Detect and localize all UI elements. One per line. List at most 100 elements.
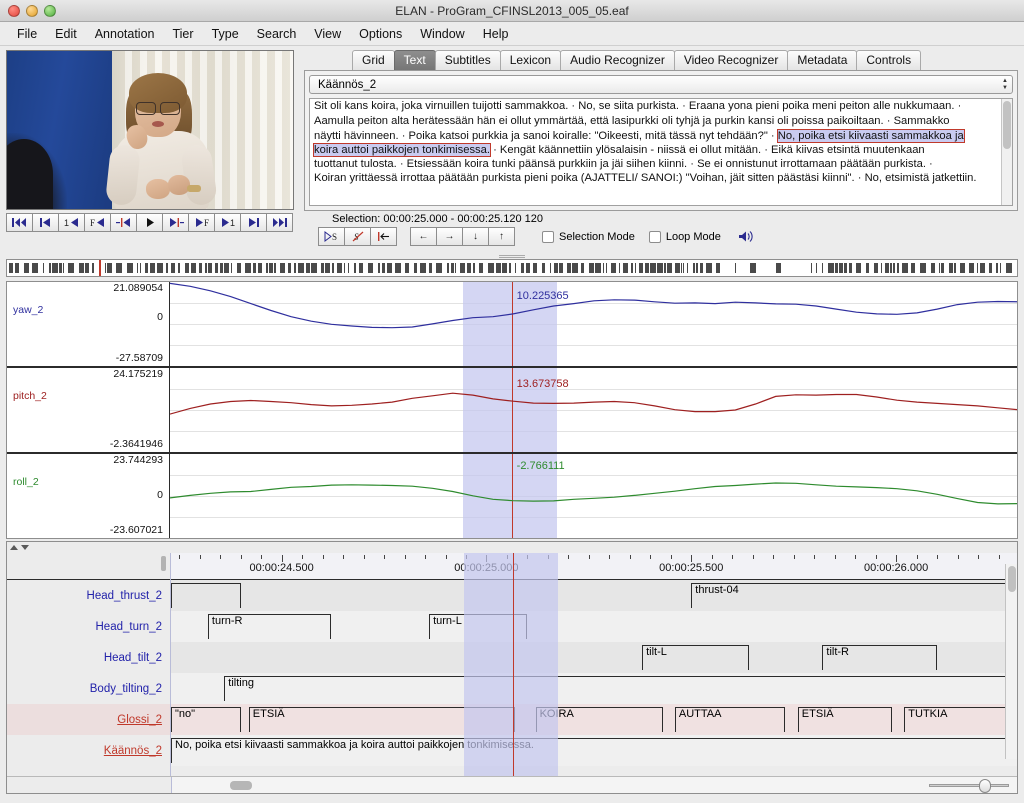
chevron-updown-icon[interactable]: ▲ ▼ — [1002, 78, 1008, 91]
selection-to-center-button[interactable] — [370, 227, 397, 246]
density-tick — [581, 263, 584, 273]
play-pause-button[interactable] — [136, 213, 163, 232]
graph-plot-pitch_2[interactable]: 13.673758 — [169, 368, 1017, 452]
tab-controls[interactable]: Controls — [856, 50, 922, 70]
annotation-block[interactable]: thrust-04 — [691, 583, 1017, 608]
tier-label-Head_turn_2[interactable]: Head_turn_2 — [7, 611, 170, 642]
tier-up-button[interactable]: ↑ — [488, 227, 515, 246]
timeline-vertical-scrollbar[interactable] — [1005, 564, 1017, 759]
axis-max-label-yaw_2: 21.089054 — [113, 282, 163, 294]
timeline-playhead[interactable] — [512, 553, 515, 776]
tab-subtitles[interactable]: Subtitles — [434, 50, 501, 70]
tier-track-Head_tilt_2[interactable]: tilt-L tilt-R — [171, 642, 1017, 673]
density-tick — [920, 263, 926, 273]
annotation-block[interactable]: TUTKIA — [904, 707, 1017, 732]
play-selection-button[interactable]: S — [318, 227, 345, 246]
transcript-line-3-text: näytti hävinneen. · Poika katsoi purkkia… — [314, 129, 778, 142]
tier-label-Head_thrust_2[interactable]: Head_thrust_2 — [7, 580, 170, 611]
density-tick — [237, 263, 241, 273]
previous-frame-button[interactable]: F — [84, 213, 111, 232]
menu-window[interactable]: Window — [411, 25, 473, 43]
selection-mode-toggle[interactable]: Selection Mode — [542, 227, 635, 246]
graph-name-column: yaw_2 — [7, 282, 67, 366]
menu-options[interactable]: Options — [350, 25, 411, 43]
tier-column-resize-handle[interactable] — [161, 556, 166, 571]
next-annotation-button[interactable]: → — [436, 227, 463, 246]
go-to-end-button[interactable] — [266, 213, 293, 232]
annotation-block[interactable]: tilt-R — [822, 645, 938, 670]
video-viewer[interactable] — [6, 50, 294, 210]
timeline-horizontal-scrollbar[interactable] — [171, 777, 1017, 793]
timeline-vertical-scrollbar-thumb[interactable] — [1008, 566, 1016, 592]
axis-max-label-roll_2: 23.744293 — [113, 454, 163, 466]
tier-track-Body_tilting_2[interactable]: tilting — [171, 673, 1017, 704]
tier-label-Head_tilt_2[interactable]: Head_tilt_2 — [7, 642, 170, 673]
selection-mode-checkbox[interactable] — [542, 230, 554, 243]
annotation-block[interactable]: ETSIÄ — [797, 707, 892, 732]
tier-track-Head_turn_2[interactable]: turn-R turn-L — [171, 611, 1017, 642]
viewer-tabs: Grid Text Subtitles Lexicon Audio Recogn… — [304, 50, 1018, 70]
next-scroll-view-button[interactable] — [240, 213, 267, 232]
tier-label-Body_tilting_2[interactable]: Body_tilting_2 — [7, 673, 170, 704]
tier-label-Glossi_2[interactable]: Glossi_2 — [7, 704, 170, 735]
tab-lexicon[interactable]: Lexicon — [499, 50, 562, 70]
density-playhead[interactable] — [99, 260, 101, 276]
annotation-block[interactable]: AUTTAA — [674, 707, 786, 732]
next-second-button[interactable]: 1 — [214, 213, 241, 232]
zoom-slider-knob[interactable] — [979, 779, 991, 793]
annotation-block[interactable]: tilt-L — [642, 645, 749, 670]
transcript-scrollbar-thumb[interactable] — [1003, 101, 1011, 149]
tier-track-Glossi_2[interactable]: "no"ETSIÄKOIRAAUTTAAETSIÄTUTKIA — [171, 704, 1017, 735]
tier-selector-dropdown[interactable]: Käännös_2 ▲ ▼ — [309, 75, 1013, 94]
tier-track-Head_thrust_2[interactable]: thrust-04 — [171, 580, 1017, 611]
ruler-tick — [179, 555, 181, 559]
annotation-label: tilting — [228, 677, 254, 689]
next-frame-button[interactable]: F — [188, 213, 215, 232]
menu-file[interactable]: File — [8, 25, 46, 43]
go-to-begin-button[interactable] — [6, 213, 33, 232]
previous-second-button[interactable]: 1 — [58, 213, 85, 232]
menu-view[interactable]: View — [305, 25, 350, 43]
menu-type[interactable]: Type — [203, 25, 248, 43]
tab-text[interactable]: Text — [393, 50, 436, 70]
clear-selection-button[interactable]: S — [344, 227, 371, 246]
sort-ascending-icon[interactable] — [10, 545, 18, 550]
tier-down-button[interactable]: ↓ — [462, 227, 489, 246]
timeline-track-area[interactable]: 00:00:24.50000:00:25.00000:00:25.50000:0… — [171, 553, 1017, 776]
tab-video-recognizer[interactable]: Video Recognizer — [673, 50, 789, 70]
annotation-block[interactable]: No, poika etsi kiivaasti sammakkoa ja ko… — [171, 738, 1017, 763]
tab-audio-recognizer[interactable]: Audio Recognizer — [560, 50, 675, 70]
sort-descending-icon[interactable] — [21, 545, 29, 550]
transcript-scrollbar[interactable] — [1001, 99, 1012, 205]
menu-help[interactable]: Help — [474, 25, 518, 43]
tab-grid[interactable]: Grid — [352, 50, 395, 70]
annotation-block[interactable] — [171, 583, 241, 608]
density-tick — [776, 263, 781, 273]
annotation-block[interactable]: tilting — [224, 676, 1017, 701]
menu-search[interactable]: Search — [248, 25, 306, 43]
menu-annotation[interactable]: Annotation — [86, 25, 164, 43]
pixel-right-button[interactable] — [162, 213, 189, 232]
previous-annotation-button[interactable]: ← — [410, 227, 437, 246]
annotation-density-bar[interactable] — [6, 259, 1018, 277]
timeline-zoom-slider[interactable] — [929, 779, 1009, 793]
tier-sort-controls[interactable] — [7, 542, 1017, 553]
menu-edit[interactable]: Edit — [46, 25, 86, 43]
timeline-selection-band[interactable] — [464, 553, 558, 776]
tab-metadata[interactable]: Metadata — [787, 50, 858, 70]
timeline-horizontal-scrollbar-thumb[interactable] — [230, 781, 252, 790]
transcript-textarea[interactable]: Sit oli kans koira, joka virnuillen tuij… — [309, 98, 1013, 206]
time-ruler[interactable]: 00:00:24.50000:00:25.00000:00:25.50000:0… — [171, 553, 1017, 580]
annotation-block[interactable]: turn-R — [207, 614, 331, 639]
tier-track-Käännös_2[interactable]: No, poika etsi kiivaasti sammakkoa ja ko… — [171, 735, 1017, 766]
graph-plot-roll_2[interactable]: -2.766111 — [169, 454, 1017, 538]
tier-label-Käännös_2[interactable]: Käännös_2 — [7, 735, 170, 766]
volume-button[interactable] — [737, 227, 757, 246]
pixel-left-button[interactable] — [110, 213, 137, 232]
loop-mode-checkbox[interactable] — [648, 230, 661, 243]
graph-plot-yaw_2[interactable]: 10.225365 — [169, 282, 1017, 366]
loop-mode-toggle[interactable]: Loop Mode — [648, 227, 721, 246]
menu-tier[interactable]: Tier — [163, 25, 202, 43]
annotation-block[interactable]: "no" — [171, 707, 241, 732]
previous-scroll-view-button[interactable] — [32, 213, 59, 232]
